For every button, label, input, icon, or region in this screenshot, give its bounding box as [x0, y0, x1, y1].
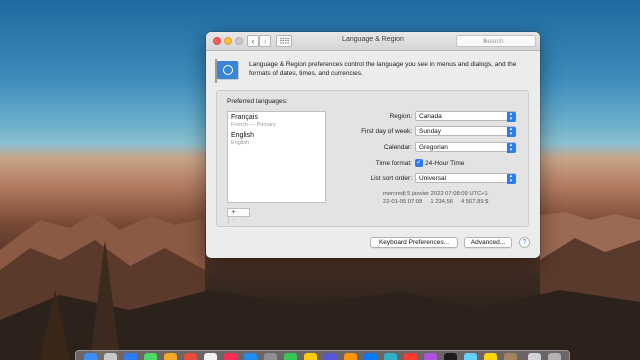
sort-order-select[interactable]: Universal ▴ ▾ — [415, 173, 516, 184]
stickies-icon[interactable] — [484, 353, 497, 360]
photos-icon[interactable] — [164, 353, 177, 360]
calendar-label: Calendar: — [383, 144, 412, 151]
preview-icon[interactable] — [464, 353, 477, 360]
language-region-window: ‹ › ⠿⠿ Language & Region ⌕ Search Langua… — [206, 32, 540, 258]
finder-icon[interactable] — [84, 353, 97, 360]
pane-description: Language & Region preferences control th… — [249, 61, 517, 78]
select-arrows-icon: ▴ ▾ — [506, 142, 516, 153]
language-name: Français — [231, 114, 258, 121]
region-select[interactable]: Canada ▴ ▾ — [415, 111, 516, 122]
select-arrows-icon: ▴ ▾ — [506, 126, 516, 137]
terminal-icon[interactable] — [444, 353, 457, 360]
first-day-select[interactable]: Sunday ▴ ▾ — [415, 126, 516, 137]
un-flag-icon — [215, 59, 238, 83]
sort-order-value: Universal — [419, 175, 447, 182]
maps-icon[interactable] — [384, 353, 397, 360]
sort-order-label: List sort order: — [370, 175, 412, 182]
trash-icon[interactable] — [548, 353, 561, 360]
search-field[interactable]: ⌕ Search — [456, 35, 536, 47]
help-button[interactable]: ? — [519, 237, 530, 248]
search-placeholder: Search — [483, 38, 504, 45]
safari-icon[interactable] — [124, 353, 137, 360]
settings-panel: Preferred languages: Français French — P… — [216, 90, 529, 227]
facetime-icon[interactable] — [284, 353, 297, 360]
language-item-english[interactable]: English English — [228, 129, 325, 147]
language-subtitle: English — [231, 140, 250, 146]
tv-icon[interactable] — [424, 353, 437, 360]
mail-icon[interactable] — [364, 353, 377, 360]
calendar-value: Gregorian — [419, 144, 448, 151]
region-value: Canada — [419, 113, 442, 120]
time-format-label: Time format: — [375, 160, 412, 167]
notes-icon[interactable] — [204, 353, 217, 360]
language-subtitle: French — Primary — [231, 122, 276, 128]
downloads-stack-icon[interactable] — [528, 353, 541, 360]
calendar-select[interactable]: Gregorian ▴ ▾ — [415, 142, 516, 153]
format-sample-line1: mercredi 5 janvier 2022 07:08:09 UTC+1 — [383, 191, 488, 197]
first-day-label: First day of week: — [361, 128, 412, 135]
title-bar: ‹ › ⠿⠿ Language & Region ⌕ Search — [206, 32, 540, 51]
contacts-icon[interactable] — [504, 353, 517, 360]
remove-language-button[interactable]: − — [228, 217, 239, 225]
advanced-button[interactable]: Advanced... — [464, 237, 512, 248]
music-icon[interactable] — [224, 353, 237, 360]
format-sample-line2: 22-01-05 07:08 1 234,56 4 567,89 $ — [383, 199, 489, 205]
region-label: Region: — [389, 113, 412, 120]
preferred-languages-label: Preferred languages: — [227, 98, 288, 105]
preferred-languages-list[interactable]: Français French — Primary English Englis… — [227, 111, 326, 203]
add-language-button[interactable]: + — [228, 209, 239, 217]
reminders-icon[interactable] — [404, 353, 417, 360]
first-day-value: Sunday — [419, 128, 442, 135]
language-name: English — [231, 132, 254, 139]
keyboard-preferences-button[interactable]: Keyboard Preferences... — [370, 237, 458, 248]
time-format-value: 24-Hour Time — [425, 160, 465, 167]
search-icon: ⌕ — [483, 38, 487, 45]
language-item-french[interactable]: Français French — Primary — [228, 112, 325, 129]
time-format-checkbox[interactable]: ✓ — [415, 159, 423, 167]
app-store-icon[interactable] — [244, 353, 257, 360]
calendar-app-icon[interactable] — [184, 353, 197, 360]
files-icon[interactable] — [304, 353, 317, 360]
dock — [75, 350, 570, 360]
system-preferences-icon[interactable] — [264, 353, 277, 360]
select-arrows-icon: ▴ ▾ — [506, 173, 516, 184]
add-remove-language-control: +− — [227, 208, 250, 225]
select-arrows-icon: ▴ ▾ — [506, 111, 516, 122]
books-icon[interactable] — [344, 353, 357, 360]
launchpad-icon[interactable] — [104, 353, 117, 360]
messages-icon[interactable] — [144, 353, 157, 360]
podcasts-icon[interactable] — [324, 353, 337, 360]
